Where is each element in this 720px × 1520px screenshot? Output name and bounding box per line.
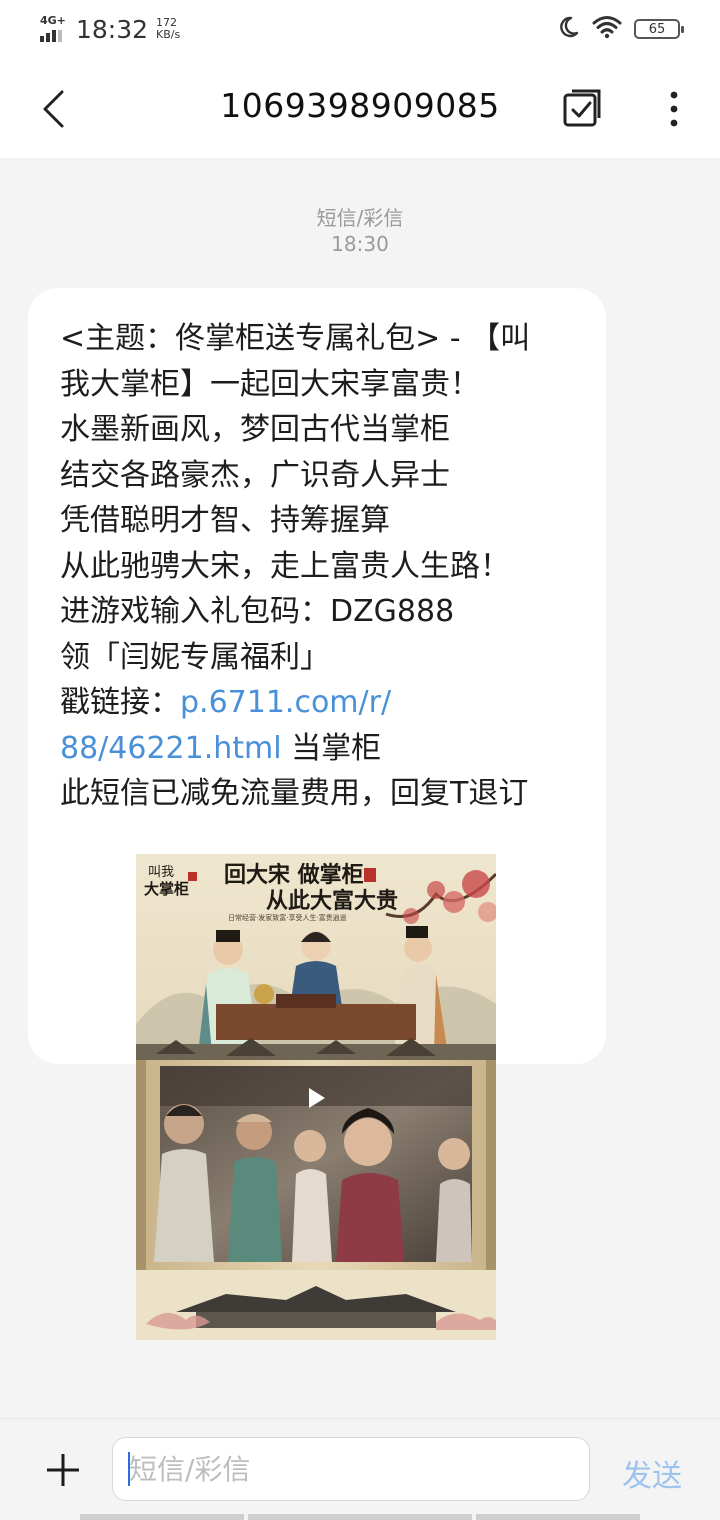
text-cursor — [128, 1452, 130, 1486]
message-line: 结交各路豪杰，广识奇人异士 — [60, 457, 450, 493]
signal-icon: 4G+ — [40, 14, 70, 42]
poster-tagline: 日常经营·发家致富·享受人生·富贵逍遥 — [228, 913, 347, 922]
battery-icon: 65 — [634, 19, 684, 39]
svg-text:大掌柜: 大掌柜 — [144, 880, 189, 898]
multi-select-button[interactable] — [556, 82, 608, 136]
send-button[interactable]: 发送 — [622, 1451, 682, 1495]
conversation-header: 1069398909085 — [0, 60, 720, 158]
status-time: 18:32 — [76, 14, 149, 44]
message-timestamp: 18:30 — [331, 232, 389, 256]
battery-level: 65 — [648, 21, 666, 37]
wifi-icon — [592, 15, 622, 43]
conversation-title: 1069398909085 — [220, 86, 500, 125]
message-line: <主题：佟掌柜送专属礼包> - 【叫 — [60, 321, 531, 356]
network-type: 4G+ — [40, 14, 66, 27]
message-link-line: 戳链接：p.6711.com/r/ — [60, 680, 580, 726]
network-speed: 172 KB/s — [156, 16, 181, 41]
keyboard-hint-strip — [80, 1514, 244, 1520]
status-bar: 4G+ 18:32 172 KB/s 65 — [0, 0, 720, 60]
message-link[interactable]: p.6711.com/r/ — [180, 685, 391, 720]
message-link[interactable]: 88/46221.html — [60, 731, 282, 766]
poster-headline-1: 回大宋 做掌柜 — [224, 862, 364, 888]
message-line: 我大掌柜】一起回大宋享富贵！ — [60, 366, 480, 402]
message-body: <主题：佟掌柜送专属礼包> - 【叫 我大掌柜】一起回大宋享富贵！ 水墨新画风，… — [60, 316, 580, 817]
message-line: 此短信已减免流量费用，回复T退订 — [60, 776, 529, 811]
more-vert-icon — [670, 91, 678, 127]
plus-icon — [47, 1454, 79, 1486]
message-bubble[interactable]: <主题：佟掌柜送专属礼包> - 【叫 我大掌柜】一起回大宋享富贵！ 水墨新画风，… — [28, 288, 606, 1340]
message-line: 凭借聪明才智、持筹握算 — [60, 503, 390, 538]
poster-characters — [198, 926, 448, 1054]
message-line: 从此驰骋大宋，走上富贵人生路！ — [60, 548, 510, 584]
message-line: 领「闫妮专属福利」 — [60, 639, 330, 675]
keyboard-hint-strip — [476, 1514, 640, 1520]
keyboard-hint-strip — [248, 1514, 472, 1520]
message-line: 水墨新画风，梦回古代当掌柜 — [60, 412, 450, 447]
link-suffix: 当掌柜 — [281, 730, 382, 766]
select-checkbox-icon — [563, 89, 601, 127]
message-link-line: 88/46221.html 当掌柜 — [60, 726, 580, 772]
moon-icon — [556, 15, 580, 43]
link-prefix: 戳链接： — [60, 685, 180, 720]
mms-poster-image[interactable]: 叫我 大掌柜 回大宋 做掌柜 从此大富大贵 日常经营·发家致富·享受人生·富贵逍… — [136, 854, 496, 1340]
composer-bar: 发送 — [0, 1418, 720, 1520]
message-line: 进游戏输入礼包码：DZG888 — [60, 594, 455, 629]
more-options-button[interactable] — [650, 82, 698, 136]
poster-headline-2: 从此大富大贵 — [266, 888, 398, 914]
svg-text:叫我: 叫我 — [148, 865, 174, 880]
message-type-label: 短信/彩信 — [316, 206, 404, 230]
message-input[interactable] — [112, 1437, 590, 1501]
attach-button[interactable] — [40, 1447, 86, 1493]
